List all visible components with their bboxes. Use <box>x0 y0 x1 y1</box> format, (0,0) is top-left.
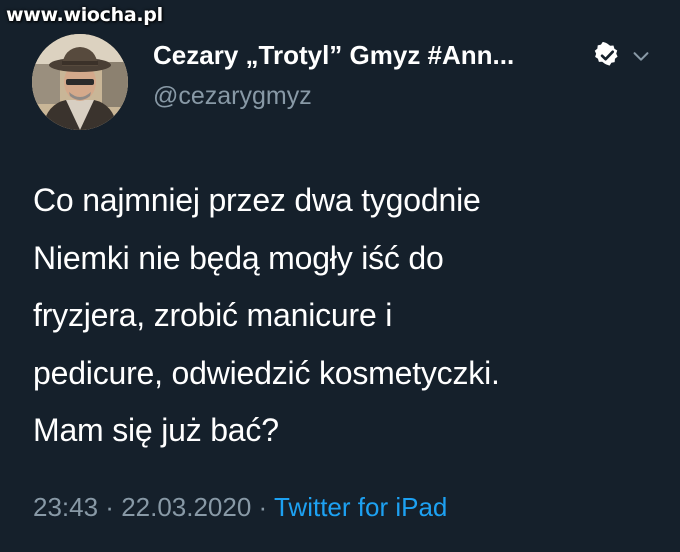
tweet-line: fryzjera, zrobić manicure i <box>33 297 393 333</box>
tweet-time[interactable]: 23:43 <box>33 492 98 522</box>
verified-badge-icon <box>594 42 618 66</box>
tweet-line: Mam się już bać? <box>33 412 279 448</box>
tweet-line: pedicure, odwiedzić kosmetyczki. <box>33 354 500 391</box>
meta-separator: · <box>251 492 274 522</box>
tweet-line: Niemki nie będą mogły iść do <box>33 239 444 276</box>
chevron-down-icon[interactable] <box>630 45 652 67</box>
avatar-photo <box>32 34 128 130</box>
tweet-meta: 23:43 · 22.03.2020 · Twitter for iPad <box>33 490 447 524</box>
user-handle[interactable]: @cezarygmyz <box>153 80 312 112</box>
tweet-source-link[interactable]: Twitter for iPad <box>274 492 447 522</box>
tweet-date[interactable]: 22.03.2020 <box>121 492 251 522</box>
display-name[interactable]: Cezary „Trotyl” Gmyz #Ann... <box>153 38 514 72</box>
tweet-text: Co najmniej przez dwa tygodnie Niemki ni… <box>33 172 663 460</box>
site-watermark: www.wiocha.pl <box>6 4 163 26</box>
meta-separator: · <box>98 492 122 522</box>
avatar[interactable] <box>32 34 128 130</box>
tweet-line: Co najmniej przez dwa tygodnie <box>33 182 481 218</box>
